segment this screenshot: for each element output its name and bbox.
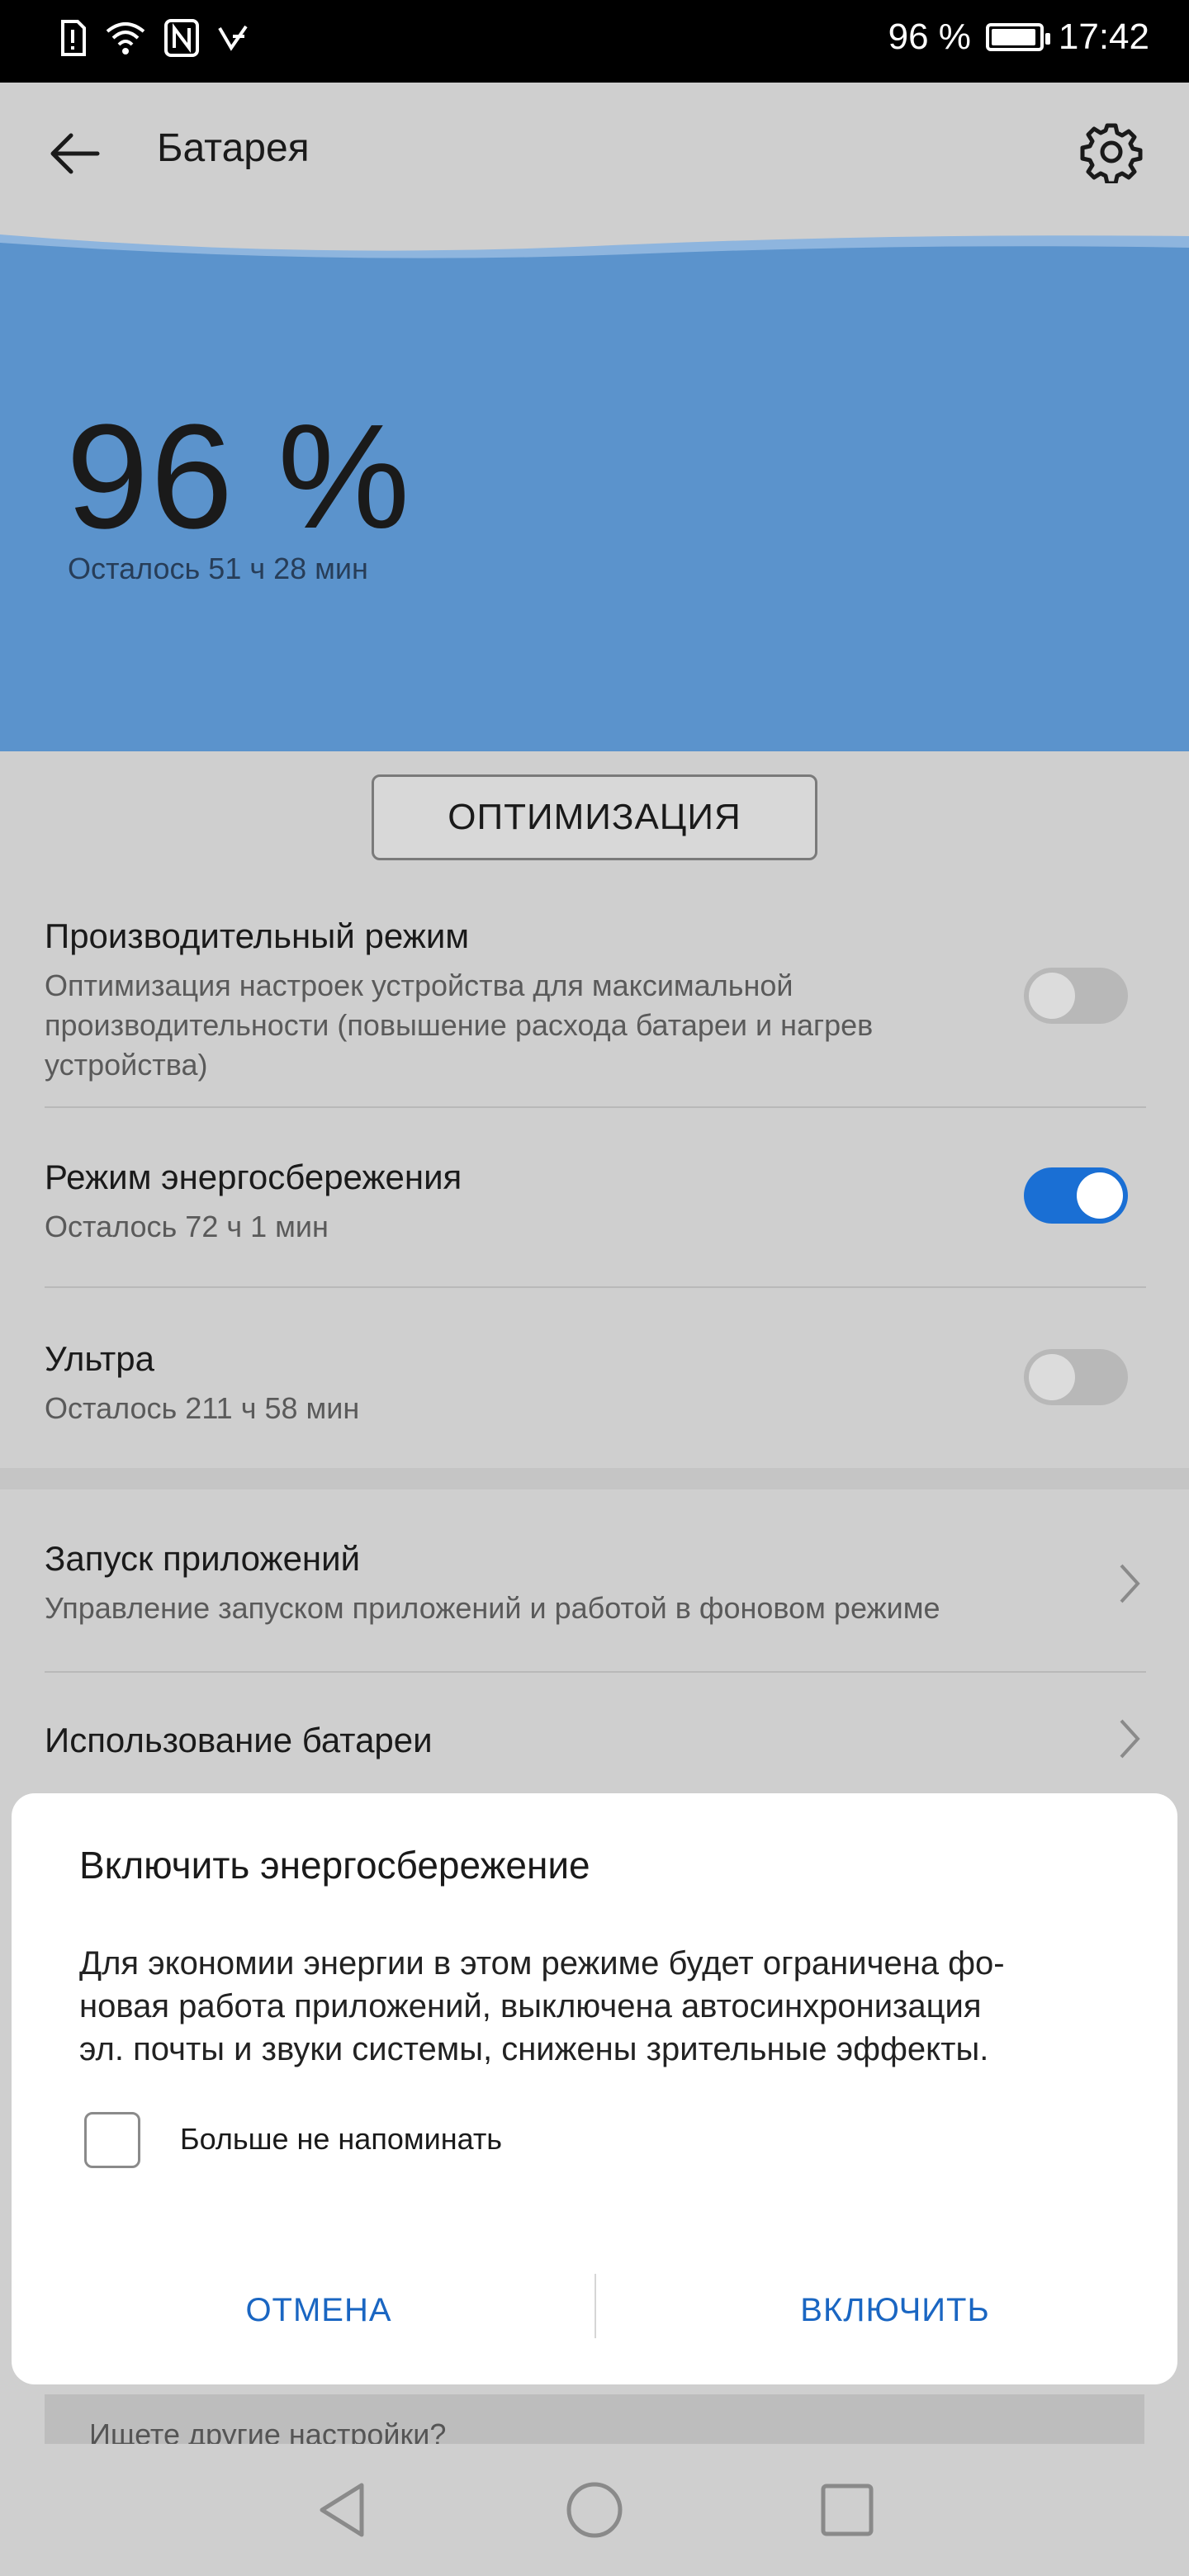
battery-fill — [991, 29, 1036, 45]
battery-percent: 96 % — [66, 394, 412, 560]
section-separator — [0, 1468, 1189, 1489]
ultra-mode-toggle[interactable] — [1024, 1349, 1128, 1405]
dont-remind-checkbox[interactable] — [84, 2112, 140, 2168]
back-arrow-icon[interactable] — [46, 124, 106, 183]
toggle-knob — [1077, 1172, 1123, 1219]
dialog-body-line2: новая работа приложений, выключена автос… — [79, 1988, 982, 2024]
wave-decoration — [0, 218, 1189, 268]
dialog-body-line1: Для экономии энергии в этом режиме будет… — [79, 1945, 1005, 1982]
cancel-button[interactable]: ОТМЕНА — [71, 2269, 566, 2351]
data-saver-icon — [218, 25, 248, 51]
wifi-icon — [106, 22, 145, 54]
divider — [45, 1286, 1146, 1288]
dont-remind-label[interactable]: Больше не напоминать — [180, 2122, 502, 2157]
power-saving-title: Режим энергосбережения — [45, 1158, 462, 1196]
app-launch-title: Запуск приложений — [45, 1539, 361, 1578]
app-launch-row[interactable]: Запуск приложений Управление запуском пр… — [0, 1491, 1189, 1671]
performance-desc-line2: производительности (повышение расхода ба… — [45, 1008, 874, 1042]
app-launch-subtitle: Управление запуском приложений и работой… — [45, 1591, 940, 1625]
status-bar: 96 % 17:42 — [0, 0, 1189, 83]
gear-icon[interactable] — [1080, 121, 1143, 183]
status-battery-percent: 96 % — [888, 17, 971, 57]
performance-mode-description: Оптимизация настроек устройства для макс… — [45, 966, 873, 1085]
chevron-right-icon — [1120, 1564, 1140, 1603]
performance-mode-toggle[interactable] — [1024, 968, 1128, 1024]
chevron-right-icon — [1120, 1719, 1140, 1759]
battery-hero: 96 % Осталось 51 ч 28 мин — [0, 218, 1189, 751]
dialog-button-separator — [594, 2274, 596, 2338]
ultra-mode-subtitle: Осталось 211 ч 58 мин — [45, 1391, 360, 1425]
status-time: 17:42 — [1058, 17, 1149, 57]
performance-desc-line3: устройства) — [45, 1048, 208, 1082]
app-bar: Батарея — [0, 83, 1189, 218]
dialog-title: Включить энергосбережение — [79, 1844, 590, 1887]
nav-recents-icon[interactable] — [819, 2482, 875, 2538]
battery-icon — [985, 23, 1050, 51]
dialog-body-line3: эл. почты и звуки системы, снижены зрите… — [79, 2031, 989, 2067]
nav-back-icon[interactable] — [314, 2479, 372, 2541]
page-title: Батарея — [157, 126, 310, 170]
toggle-knob — [1029, 973, 1075, 1019]
nfc-icon — [164, 19, 199, 57]
power-saving-dialog: Включить энергосбережение Для экономии э… — [12, 1793, 1177, 2384]
battery-remaining: Осталось 51 ч 28 мин — [68, 552, 368, 585]
dialog-body: Для экономии энергии в этом режиме будет… — [79, 1942, 1128, 2071]
ultra-mode-title: Ультра — [45, 1339, 154, 1378]
status-icons-left — [58, 18, 249, 58]
power-saving-toggle[interactable] — [1024, 1167, 1128, 1224]
status-icons-right: 96 % 17:42 — [888, 17, 1149, 58]
performance-desc-line1: Оптимизация настроек устройства для макс… — [45, 968, 793, 1002]
optimize-button[interactable]: ОПТИМИЗАЦИЯ — [372, 774, 817, 860]
battery-usage-row[interactable]: Использование батареи — [0, 1673, 1189, 1780]
toggle-knob — [1029, 1354, 1075, 1400]
battery-usage-title: Использование батареи — [45, 1721, 433, 1759]
divider — [45, 1106, 1146, 1108]
navigation-bar — [0, 2444, 1189, 2576]
sim-alert-icon — [61, 20, 86, 56]
enable-button[interactable]: ВКЛЮЧИТЬ — [647, 2269, 1143, 2351]
power-saving-subtitle: Осталось 72 ч 1 мин — [45, 1210, 329, 1243]
nav-home-icon[interactable] — [565, 2480, 624, 2540]
performance-mode-title: Производительный режим — [45, 916, 470, 955]
